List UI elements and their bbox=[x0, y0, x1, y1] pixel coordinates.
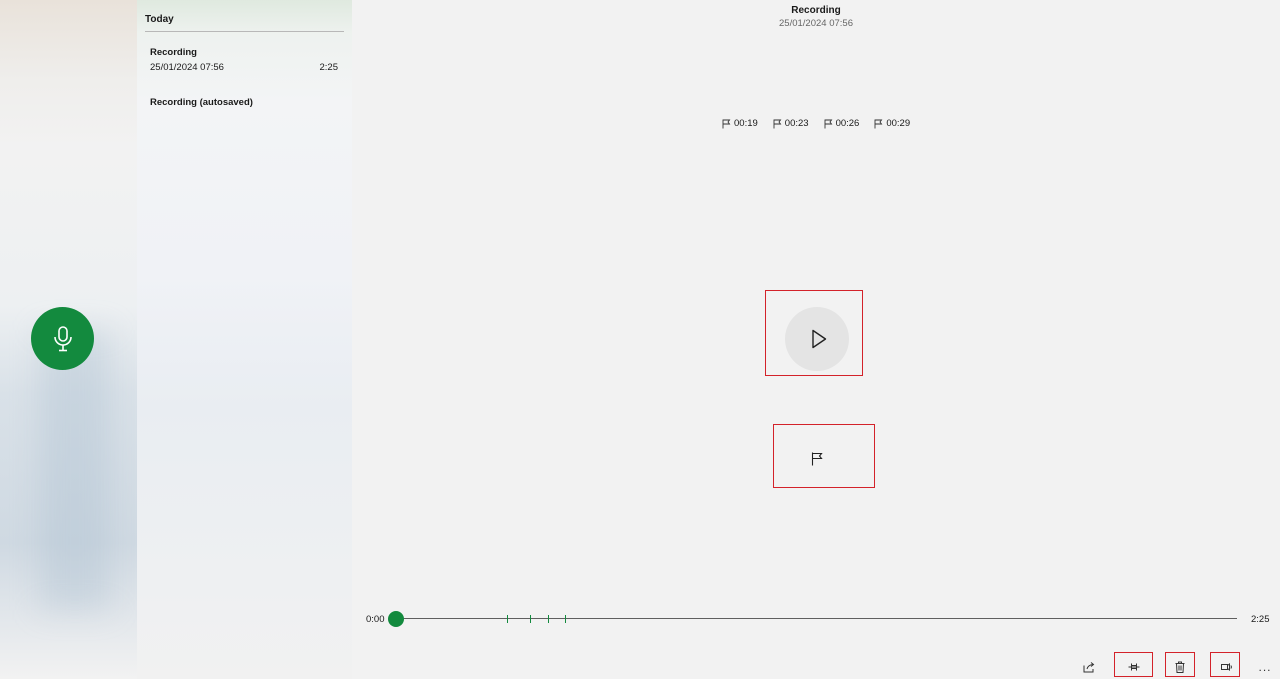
playback-slider[interactable] bbox=[396, 618, 1237, 619]
list-item[interactable]: Recording (autosaved) bbox=[137, 90, 352, 114]
more-options-button[interactable]: ... bbox=[1254, 656, 1276, 678]
marker-time: 00:23 bbox=[784, 118, 809, 129]
marker-tick bbox=[565, 615, 566, 623]
microphone-icon bbox=[53, 325, 72, 351]
marker-time: 00:19 bbox=[734, 118, 758, 129]
marker-tick bbox=[530, 615, 531, 623]
speaker-button[interactable] bbox=[1216, 656, 1238, 678]
trim-button[interactable] bbox=[1123, 656, 1145, 678]
recording-title: Recording bbox=[791, 5, 841, 16]
marker-item[interactable]: 00:19 bbox=[722, 118, 758, 129]
markers-list: 00:19 00:23 00:26 00:29 bbox=[722, 118, 910, 129]
total-duration: 2:25 bbox=[1251, 614, 1270, 625]
share-icon bbox=[1083, 662, 1095, 673]
player-panel: Recording 25/01/2024 07:56 00:19 00:23 0… bbox=[352, 0, 1280, 679]
play-icon bbox=[811, 329, 826, 349]
recording-name: Recording (autosaved) bbox=[150, 97, 253, 108]
divider bbox=[145, 31, 344, 32]
slider-thumb[interactable] bbox=[388, 611, 404, 627]
share-button[interactable] bbox=[1078, 656, 1100, 678]
marker-item[interactable]: 00:26 bbox=[824, 118, 860, 129]
recording-name: Recording bbox=[150, 47, 197, 58]
flag-icon bbox=[824, 119, 832, 128]
flag-icon bbox=[811, 452, 823, 466]
trash-icon bbox=[1175, 661, 1185, 673]
marker-tick bbox=[507, 615, 508, 623]
flag-icon bbox=[722, 119, 731, 128]
recording-date: 25/01/2024 07:56 bbox=[150, 62, 224, 73]
play-button[interactable] bbox=[785, 307, 849, 371]
recording-duration: 2:25 bbox=[319, 62, 339, 73]
speaker-icon bbox=[1221, 663, 1232, 671]
flag-icon bbox=[874, 119, 883, 128]
group-header: Today bbox=[145, 14, 174, 25]
add-marker-button[interactable] bbox=[804, 446, 830, 472]
marker-time: 00:29 bbox=[886, 118, 911, 129]
elapsed-time: 0:00 bbox=[366, 614, 385, 625]
marker-tick bbox=[548, 615, 549, 623]
delete-button[interactable] bbox=[1169, 656, 1191, 678]
record-button[interactable] bbox=[31, 307, 94, 370]
marker-item[interactable]: 00:29 bbox=[874, 118, 910, 129]
flag-icon bbox=[773, 119, 782, 128]
list-item[interactable]: Recording 25/01/2024 07:56 2:25 bbox=[137, 40, 352, 80]
marker-item[interactable]: 00:23 bbox=[773, 118, 809, 129]
trim-icon bbox=[1128, 663, 1140, 671]
recording-timestamp: 25/01/2024 07:56 bbox=[779, 18, 853, 29]
marker-time: 00:26 bbox=[835, 118, 860, 129]
recordings-list: Today Recording 25/01/2024 07:56 2:25 Re… bbox=[137, 0, 352, 679]
